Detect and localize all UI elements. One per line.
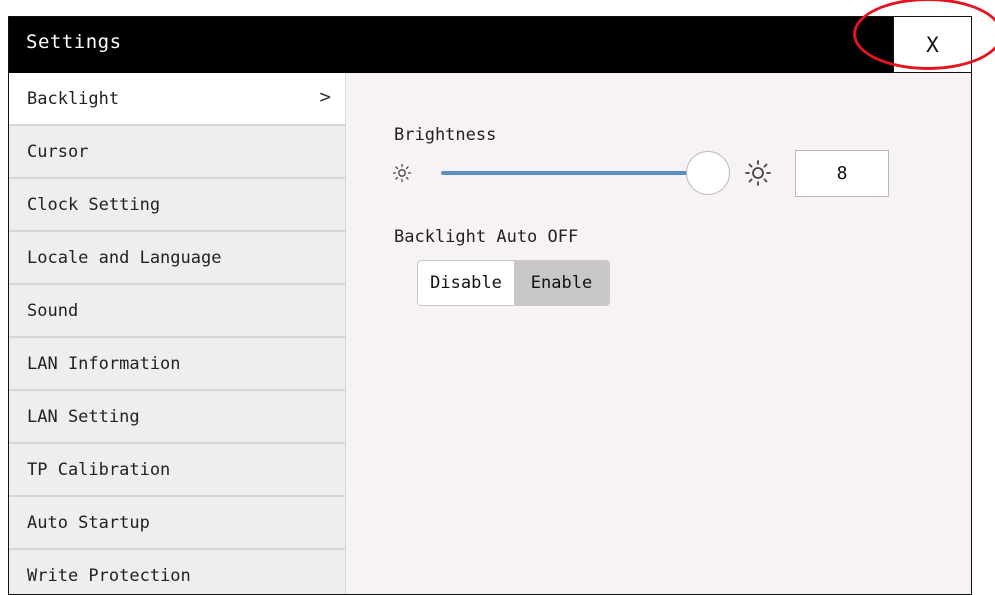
brightness-value-field[interactable]: 8: [795, 150, 889, 197]
sidebar-item-label: Auto Startup: [27, 512, 150, 533]
window-title: Settings: [26, 31, 122, 53]
sidebar-item-label: Backlight: [27, 88, 120, 109]
sidebar-item-lan-setting[interactable]: LAN Setting: [9, 391, 345, 444]
sidebar-item-label: Clock Setting: [27, 194, 161, 215]
sidebar-item-label: LAN Setting: [27, 406, 140, 427]
chevron-right-icon: >: [319, 86, 331, 108]
sidebar-item-label: LAN Information: [27, 353, 181, 374]
sidebar-item-label: TP Calibration: [27, 459, 171, 480]
sidebar-item-label: Write Protection: [27, 565, 191, 586]
title-bar: Settings X: [9, 17, 971, 73]
settings-sidebar: Backlight > Cursor Clock Setting Locale …: [9, 73, 346, 594]
close-button[interactable]: X: [893, 17, 971, 73]
sun-small-icon: [392, 163, 412, 183]
sidebar-item-auto-startup[interactable]: Auto Startup: [9, 497, 345, 550]
settings-window: Settings X Backlight > Cursor Clock Sett…: [8, 16, 972, 595]
sidebar-item-label: Sound: [27, 300, 79, 321]
auto-off-toggle: Disable Enable: [417, 260, 610, 306]
sidebar-item-write-protection[interactable]: Write Protection: [9, 550, 345, 594]
sidebar-item-locale-language[interactable]: Locale and Language: [9, 232, 345, 285]
sun-large-icon: [744, 159, 772, 187]
disable-option[interactable]: Disable: [418, 261, 514, 305]
sidebar-item-cursor[interactable]: Cursor: [9, 126, 345, 179]
enable-option[interactable]: Enable: [514, 261, 609, 305]
sidebar-item-backlight[interactable]: Backlight >: [9, 73, 345, 126]
brightness-slider-handle[interactable]: [686, 151, 730, 195]
sidebar-item-lan-information[interactable]: LAN Information: [9, 338, 345, 391]
sidebar-item-tp-calibration[interactable]: TP Calibration: [9, 444, 345, 497]
sidebar-item-clock-setting[interactable]: Clock Setting: [9, 179, 345, 232]
backlight-auto-off-label: Backlight Auto OFF: [394, 227, 579, 247]
sidebar-item-sound[interactable]: Sound: [9, 285, 345, 338]
sidebar-item-label: Cursor: [27, 141, 89, 162]
sidebar-item-label: Locale and Language: [27, 247, 222, 268]
backlight-panel: Brightness 8 Backlight Auto OFF Disable …: [346, 73, 971, 594]
brightness-slider-track[interactable]: [441, 171, 703, 175]
brightness-label: Brightness: [394, 125, 497, 145]
